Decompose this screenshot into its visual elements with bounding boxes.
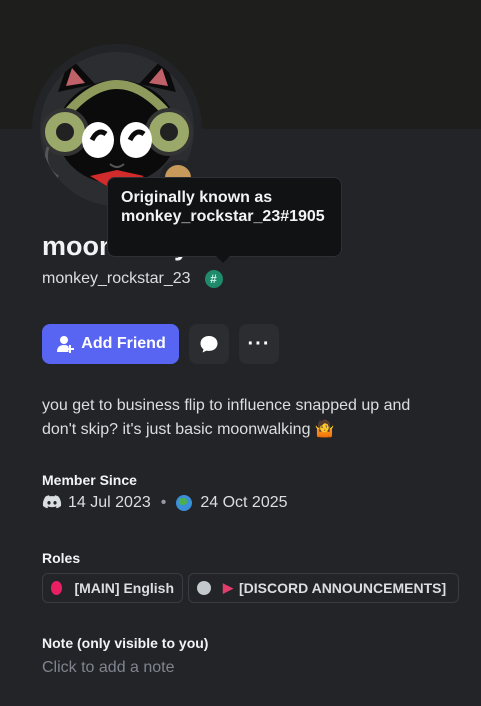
role-chip-discord-announcements[interactable]: ▶ [DISCORD ANNOUNCEMENTS] bbox=[188, 573, 459, 603]
tooltip-line-1: Originally known as bbox=[121, 189, 273, 206]
date-separator: • bbox=[160, 494, 167, 511]
role-color-dot bbox=[51, 581, 63, 595]
message-button[interactable] bbox=[189, 324, 229, 364]
note-title: Note (only visible to you) bbox=[42, 635, 209, 651]
discord-join-date: 14 Jul 2023 bbox=[68, 494, 151, 511]
hash-badge-icon[interactable]: # bbox=[204, 270, 223, 288]
tooltip-arrow bbox=[216, 256, 230, 263]
member-since-title: Member Since bbox=[42, 472, 137, 488]
more-options-button[interactable]: ··· bbox=[239, 324, 279, 364]
more-dots-icon: ··· bbox=[247, 332, 271, 355]
tooltip: Originally known as monkey_rockstar_23#1… bbox=[107, 177, 342, 257]
role-chip-main-english[interactable]: [MAIN] English bbox=[42, 573, 183, 603]
member-since-row: 14 Jul 2023 • 24 Oct 2025 bbox=[42, 494, 288, 512]
note-input[interactable]: Click to add a note bbox=[42, 659, 175, 677]
username-row: monkey_rockstar_23 # bbox=[42, 270, 223, 288]
username[interactable]: monkey_rockstar_23 bbox=[42, 270, 191, 288]
profile-bio: you get to business flip to influence sn… bbox=[42, 397, 411, 438]
server-join-date: 24 Oct 2025 bbox=[200, 494, 288, 511]
tooltip-line-2: monkey_rockstar_23#1905 bbox=[121, 208, 325, 225]
roles-title: Roles bbox=[42, 550, 81, 566]
discord-logo-icon bbox=[42, 495, 62, 509]
role-color-dot bbox=[197, 581, 211, 595]
add-user-icon bbox=[57, 336, 75, 353]
role-label: [MAIN] English bbox=[74, 580, 174, 596]
chat-bubble-icon bbox=[200, 336, 218, 353]
server-globe-icon bbox=[176, 495, 193, 511]
role-label: [DISCORD ANNOUNCEMENTS] bbox=[239, 580, 447, 596]
add-friend-label: Add Friend bbox=[81, 335, 166, 352]
megaphone-icon: ▶ bbox=[223, 580, 233, 595]
add-friend-button[interactable]: Add Friend bbox=[42, 324, 179, 364]
